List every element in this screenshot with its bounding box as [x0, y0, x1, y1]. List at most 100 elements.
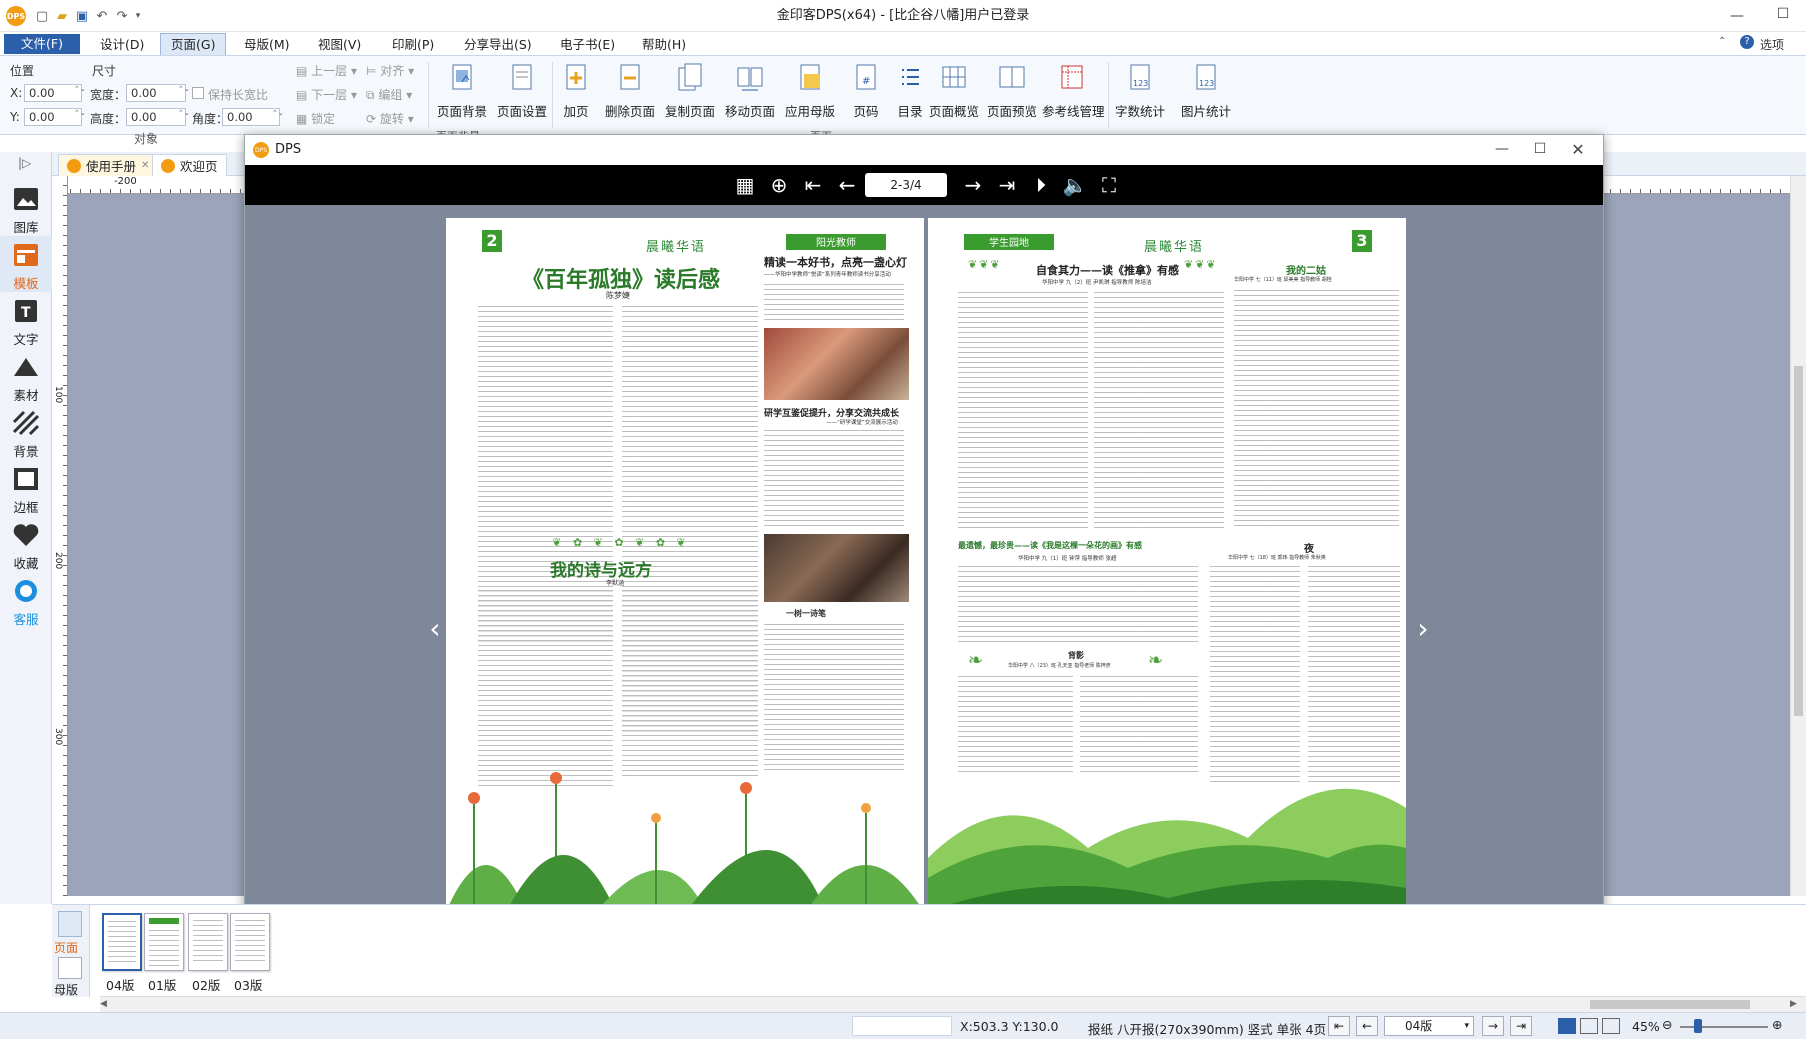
align-button[interactable]: ⊨ 对齐 ▾ [366, 62, 414, 79]
toolbox-material[interactable]: 素材 [0, 348, 52, 404]
scroll-right-icon[interactable]: ▶ [1790, 999, 1797, 1009]
first-page-icon[interactable]: ⇤ [801, 173, 825, 197]
close-tab-icon[interactable]: ✕ [141, 160, 149, 171]
image-count-button[interactable]: 123 图片统计 [1176, 62, 1236, 119]
redo-icon[interactable]: ↷ [114, 8, 130, 24]
next-page-icon[interactable]: → [961, 173, 985, 197]
fullscreen-icon[interactable]: ⛶ [1097, 173, 1121, 197]
zoom-in-icon[interactable]: ⊕ [767, 173, 791, 197]
toolbox-support[interactable]: 客服 [0, 572, 52, 628]
vertical-scrollbar[interactable] [1790, 176, 1806, 896]
expand-panel-icon[interactable]: |▷ [18, 156, 31, 170]
single-page-view-icon[interactable] [1558, 1018, 1576, 1034]
toolbox-background[interactable]: 背景 [0, 404, 52, 460]
menu-help[interactable]: 帮助(H) [632, 34, 696, 56]
move-page-button[interactable]: 移动页面 [720, 62, 780, 119]
group-button[interactable]: ⧉ 编组 ▾ [366, 86, 412, 103]
master-tab-icon[interactable] [58, 957, 82, 979]
page-preview-button[interactable]: 页面预览 [982, 62, 1042, 119]
menu-print[interactable]: 印刷(P) [382, 34, 444, 56]
zoom-in-icon[interactable]: ⊕ [1772, 1017, 1782, 1032]
add-page-button[interactable]: 加页 [546, 62, 606, 119]
page-background-button[interactable]: 页面背景 [432, 62, 492, 119]
page-select[interactable]: 04版 ▾ [1384, 1016, 1474, 1036]
menu-master[interactable]: 母版(M) [234, 34, 300, 56]
thumbnail-page[interactable] [144, 913, 184, 971]
prev-page-button[interactable]: ← [1356, 1016, 1378, 1036]
keep-ratio-checkbox[interactable] [192, 87, 204, 99]
thumbnail-page[interactable] [230, 913, 270, 971]
toolbox-text[interactable]: T 文字 [0, 292, 52, 348]
page-tab[interactable]: 页面 [54, 939, 78, 956]
menu-file[interactable]: 文件(F) [4, 34, 80, 54]
horizontal-scrollbar[interactable]: ◀ ▶ [100, 996, 1806, 1012]
page-tab-icon[interactable] [58, 911, 82, 937]
toolbox-favorites[interactable]: 收藏 [0, 516, 52, 572]
newspaper-page-2[interactable]: 2 晨曦华语 阳光教师 《百年孤独》读后感 陈梦婕 精读一本好书，点亮一盏心灯 … [446, 218, 924, 912]
apply-master-button[interactable]: 应用母版 [780, 62, 840, 119]
send-backward-button[interactable]: ▤ 下一层 ▾ [296, 86, 357, 103]
play-icon[interactable]: ⏵ [1029, 173, 1053, 197]
menu-design[interactable]: 设计(D) [90, 34, 154, 56]
collapse-ribbon-icon[interactable]: ⌃ [1718, 36, 1726, 47]
zoom-out-icon[interactable]: ⊖ [1662, 1017, 1672, 1032]
byline: 华阳中学 九（1）班 钟萍 指导教师 张超 [1018, 556, 1117, 562]
menu-share-export[interactable]: 分享导出(S) [454, 34, 542, 56]
help-icon[interactable]: ? [1740, 35, 1754, 49]
sound-icon[interactable]: 🔈 [1063, 173, 1088, 197]
chevron-down-icon: ▾ [1464, 1021, 1469, 1031]
page-overview-button[interactable]: 页面概览 [924, 62, 984, 119]
y-input[interactable]: 0.00 [24, 108, 82, 126]
menu-ebook[interactable]: 电子书(E) [550, 34, 625, 56]
article-text [958, 564, 1198, 646]
master-tab[interactable]: 母版 [54, 981, 78, 998]
next-spread-arrow-icon[interactable]: › [1413, 612, 1433, 645]
x-input[interactable]: 0.00 [24, 84, 82, 102]
newspaper-page-3[interactable]: 学生园地 晨曦华语 3 ❦❦❦ ❦❦❦ 自食其力——读《推拿》有感 华阳中学 九… [928, 218, 1406, 912]
save-icon[interactable]: ▣ [74, 8, 90, 24]
delete-page-button[interactable]: 删除页面 [600, 62, 660, 119]
minimize-button[interactable]: — [1714, 0, 1760, 32]
toolbox-border[interactable]: 边框 [0, 460, 52, 516]
prev-page-icon[interactable]: ← [835, 173, 859, 197]
scroll-thumb[interactable] [1590, 1000, 1750, 1009]
angle-input[interactable]: 0.00 [222, 108, 280, 126]
tab-user-manual[interactable]: 使用手册 ✕ [58, 154, 159, 176]
page-settings-button[interactable]: 页面设置 [492, 62, 552, 119]
last-page-icon[interactable]: ⇥ [995, 173, 1019, 197]
copy-page-button[interactable]: 复制页面 [660, 62, 720, 119]
open-folder-icon[interactable]: ▰ [54, 8, 70, 24]
page-indicator-input[interactable]: 2-3/4 [865, 173, 947, 197]
lock-button[interactable]: ▦ 锁定 [296, 110, 335, 127]
align-label: 对齐 [380, 64, 405, 78]
tab-welcome[interactable]: 欢迎页 [152, 154, 227, 176]
undo-icon[interactable]: ↶ [94, 8, 110, 24]
last-page-button[interactable]: ⇥ [1510, 1016, 1532, 1036]
maximize-button[interactable]: ☐ [1760, 0, 1806, 30]
grid-view-icon[interactable]: ▦ [733, 173, 757, 197]
thumbnail-page[interactable] [102, 913, 142, 971]
toolbox-template[interactable]: 模板 [0, 236, 52, 292]
scroll-thumb[interactable] [1794, 366, 1803, 716]
width-input[interactable]: 0.00 [126, 84, 186, 102]
thumbnail-page[interactable] [188, 913, 228, 971]
scroll-left-icon[interactable]: ◀ [100, 999, 107, 1009]
zoom-slider-thumb[interactable] [1694, 1019, 1702, 1033]
options-button[interactable]: 选项 [1760, 36, 1784, 53]
next-page-button[interactable]: → [1482, 1016, 1504, 1036]
first-page-button[interactable]: ⇤ [1328, 1016, 1350, 1036]
grid-page-view-icon[interactable] [1602, 1018, 1620, 1034]
height-input[interactable]: 0.00 [126, 108, 186, 126]
guides-manager-button[interactable]: 参考线管理 [1042, 62, 1105, 119]
menu-page[interactable]: 页面(G) [160, 33, 227, 55]
customize-dropdown-icon[interactable]: ▾ [130, 8, 146, 24]
rotate-button[interactable]: ⟳ 旋转 ▾ [366, 110, 414, 127]
prev-spread-arrow-icon[interactable]: ‹ [425, 612, 445, 645]
toolbox-gallery[interactable]: 图库 [0, 180, 52, 236]
new-file-icon[interactable]: ▢ [34, 8, 50, 24]
bring-forward-button[interactable]: ▤ 上一层 ▾ [296, 62, 357, 79]
dialog-close-button[interactable]: ✕ [1555, 134, 1601, 164]
double-page-view-icon[interactable] [1580, 1018, 1598, 1034]
menu-view[interactable]: 视图(V) [308, 34, 371, 56]
word-count-button[interactable]: 123 字数统计 [1110, 62, 1170, 119]
